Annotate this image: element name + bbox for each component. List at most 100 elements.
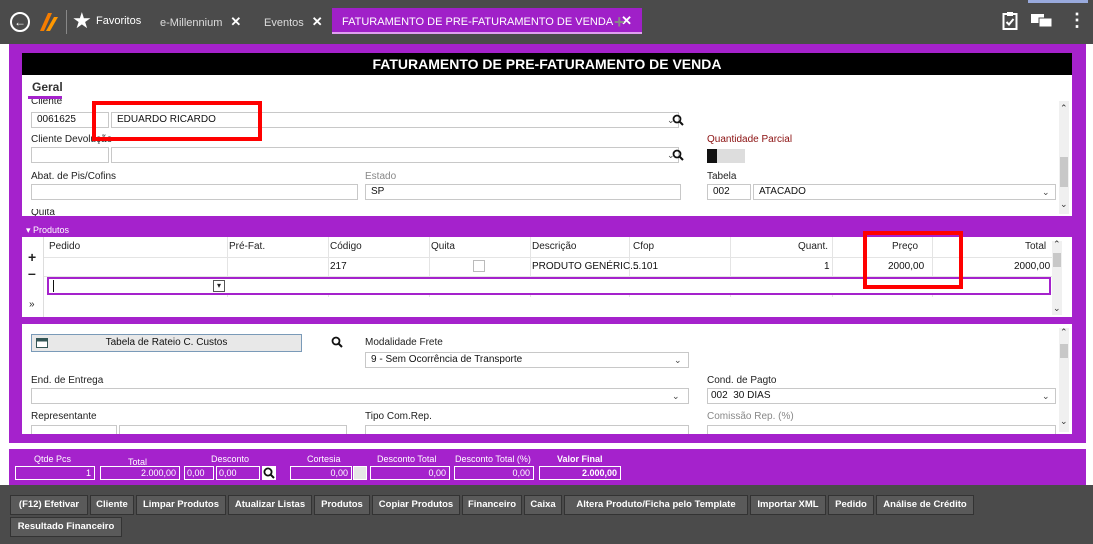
pedido-button[interactable]: Pedido xyxy=(828,495,874,515)
back-arrow-icon[interactable]: ← xyxy=(10,12,30,32)
search-icon[interactable] xyxy=(672,114,684,126)
resultado-financeiro-button[interactable]: Resultado Financeiro xyxy=(10,517,122,537)
chevron-down-icon[interactable]: ⌄ xyxy=(1042,187,1050,198)
scrollbar-thumb[interactable] xyxy=(1060,157,1068,187)
importar-xml-button[interactable]: Importar XML xyxy=(750,495,826,515)
total-value: 2.000,00 xyxy=(100,466,180,480)
search-icon[interactable] xyxy=(262,466,276,480)
tabela-rateio-button[interactable]: Tabela de Rateio C. Custos xyxy=(31,334,302,352)
col-header-cfop[interactable]: Cfop xyxy=(633,241,654,252)
representante-label: Representante xyxy=(31,411,97,422)
scroll-down-icon[interactable]: ⌄ xyxy=(1053,303,1061,314)
col-header-total[interactable]: Total xyxy=(1025,241,1046,252)
tab-e-millennium[interactable]: e-Millennium ✕ xyxy=(160,10,241,34)
tipo-com-rep-select[interactable] xyxy=(365,425,689,434)
scroll-up-icon[interactable]: ⌃ xyxy=(1053,239,1061,250)
add-row-icon[interactable]: + xyxy=(28,249,36,265)
desconto-total-value: 0,00 xyxy=(370,466,450,480)
tab-eventos[interactable]: Eventos ✕ xyxy=(264,10,323,34)
representante-code-input[interactable] xyxy=(31,425,117,434)
more-vertical-icon[interactable]: ⋮ xyxy=(1068,10,1086,31)
col-header-codigo[interactable]: Código xyxy=(330,241,362,252)
cell-descricao[interactable]: PRODUTO GENÉRIC... xyxy=(532,261,639,272)
copiar-produtos-button[interactable]: Copiar Produtos xyxy=(372,495,460,515)
remove-row-icon[interactable]: – xyxy=(28,265,36,281)
cortesia-search-icon[interactable] xyxy=(353,466,367,480)
chevron-down-icon[interactable]: ⌄ xyxy=(674,355,682,366)
top-accent-line xyxy=(1028,0,1088,3)
atualizar-listas-button[interactable]: Atualizar Listas xyxy=(228,495,312,515)
cell-total[interactable]: 2000,00 xyxy=(1014,261,1050,272)
col-header-pedido[interactable]: Pedido xyxy=(49,241,80,252)
quantidade-parcial-toggle[interactable] xyxy=(707,149,745,163)
financeiro-button[interactable]: Financeiro xyxy=(462,495,522,515)
search-icon[interactable] xyxy=(331,336,343,348)
tabela-code-input[interactable]: 002 xyxy=(707,184,751,200)
cliente-devolucao-name-input[interactable] xyxy=(111,147,679,163)
tab-geral[interactable]: Geral xyxy=(32,80,63,94)
tab-faturamento[interactable]: FATURAMENTO DE PRE-FATURAMENTO DE VENDA ✕ xyxy=(332,8,643,34)
col-header-quita[interactable]: Quita xyxy=(431,241,455,252)
toggle-knob xyxy=(707,149,717,163)
geral-panel: Geral Cliente 0061625 EDUARDO RICARDO ⌄ … xyxy=(22,75,1072,216)
scroll-up-icon[interactable]: ⌃ xyxy=(1060,103,1068,114)
desconto-label: Desconto xyxy=(211,454,250,464)
search-icon[interactable] xyxy=(672,149,684,161)
expand-icon[interactable]: » xyxy=(29,299,35,310)
abat-pis-cofins-input[interactable] xyxy=(31,184,358,200)
desconto-total-pct-label: Desconto Total (%) xyxy=(455,454,531,464)
highlight-box-cliente xyxy=(92,101,262,141)
close-icon[interactable]: ✕ xyxy=(312,14,323,29)
tab-label: Eventos xyxy=(264,17,304,29)
vertical-scrollbar[interactable] xyxy=(1059,101,1069,214)
chat-icon[interactable] xyxy=(1030,13,1054,29)
tabela-rateio-label: Tabela de Rateio C. Custos xyxy=(105,337,228,348)
quita-checkbox[interactable] xyxy=(473,260,485,272)
limpar-produtos-button[interactable]: Limpar Produtos xyxy=(136,495,226,515)
scroll-down-icon[interactable]: ⌄ xyxy=(1060,199,1068,210)
scrollbar-thumb[interactable] xyxy=(1060,344,1068,358)
scroll-up-icon[interactable]: ⌃ xyxy=(1060,327,1068,338)
qtde-pcs-value: 1 xyxy=(15,466,95,480)
col-header-quant[interactable]: Quant. xyxy=(798,241,828,252)
add-tab-icon[interactable]: + xyxy=(614,12,625,33)
chevron-down-icon[interactable]: ⌄ xyxy=(672,391,680,402)
cell-cfop[interactable]: 5.101 xyxy=(633,261,658,272)
cond-pagto-code: 002 xyxy=(711,390,728,401)
star-icon[interactable]: ★ xyxy=(72,8,92,34)
analise-credito-button[interactable]: Análise de Crédito xyxy=(876,495,974,515)
tabela-name-select[interactable]: ATACADO xyxy=(753,184,1056,200)
cond-pagto-select[interactable]: 002 30 DIAS xyxy=(707,388,1056,404)
dropdown-arrow-icon[interactable]: ▾ xyxy=(213,280,225,292)
comissao-rep-input[interactable] xyxy=(707,425,1056,434)
cond-pagto-value: 30 DIAS xyxy=(733,390,771,401)
col-header-pre-fat[interactable]: Pré-Fat. xyxy=(229,241,265,252)
quita-label: Quita xyxy=(31,209,55,216)
altera-produto-button[interactable]: Altera Produto/Ficha pelo Template xyxy=(564,495,748,515)
col-header-descricao[interactable]: Descrição xyxy=(532,241,576,252)
desconto-value-b[interactable]: 0,00 xyxy=(216,466,260,480)
estado-input[interactable]: SP xyxy=(365,184,681,200)
calendar-icon xyxy=(36,338,48,348)
abat-pis-cofins-label: Abat. de Pis/Cofins xyxy=(31,171,117,182)
favoritos-link[interactable]: Favoritos xyxy=(96,15,141,27)
chevron-down-icon[interactable]: ⌄ xyxy=(1042,391,1050,402)
tipo-com-rep-label: Tipo Com.Rep. xyxy=(365,411,432,422)
close-icon[interactable]: ✕ xyxy=(230,14,241,29)
cell-quant[interactable]: 1 xyxy=(824,261,830,272)
cell-codigo[interactable]: 217 xyxy=(330,261,347,272)
cliente-button[interactable]: Cliente xyxy=(90,495,134,515)
scrollbar-thumb[interactable] xyxy=(1053,253,1061,267)
scroll-down-icon[interactable]: ⌄ xyxy=(1060,416,1068,427)
end-entrega-select[interactable] xyxy=(31,388,689,404)
efetivar-button[interactable]: (F12) Efetivar xyxy=(10,495,88,515)
caixa-button[interactable]: Caixa xyxy=(524,495,562,515)
produtos-button[interactable]: Produtos xyxy=(314,495,370,515)
end-entrega-label: End. de Entrega xyxy=(31,375,104,386)
cliente-devolucao-code-input[interactable] xyxy=(31,147,109,163)
representante-name-input[interactable] xyxy=(119,425,347,434)
modalidade-frete-select[interactable]: 9 - Sem Ocorrência de Transporte xyxy=(365,352,689,368)
desconto-value-a[interactable]: 0,00 xyxy=(184,466,214,480)
highlight-box-preco xyxy=(863,231,963,289)
clipboard-check-icon[interactable] xyxy=(1002,11,1018,31)
